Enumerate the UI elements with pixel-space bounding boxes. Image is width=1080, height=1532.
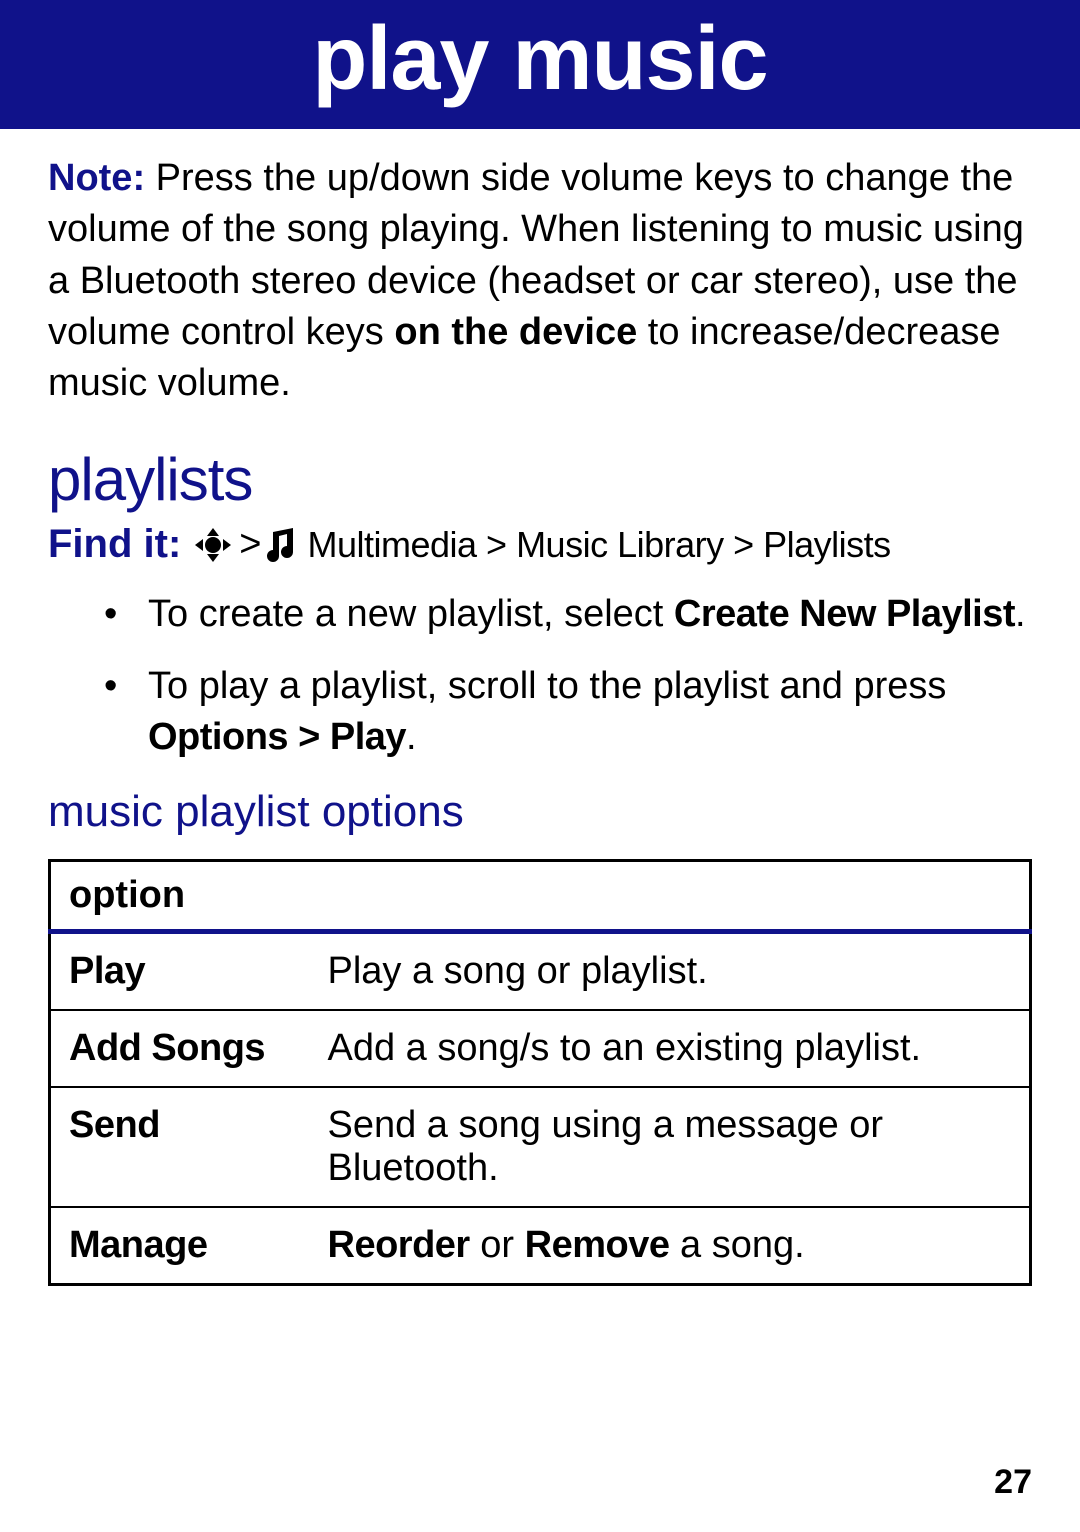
playlist-bullets: To create a new playlist, select Create … — [104, 589, 1032, 763]
note-label: Note: — [48, 157, 145, 199]
option-desc: Add a song/s to an existing playlist. — [310, 1010, 1031, 1087]
note-paragraph: Note: Press the up/down side volume keys… — [48, 153, 1032, 409]
table-row: Send Send a song using a message or Blue… — [50, 1087, 1031, 1207]
nav-key-icon — [193, 527, 233, 563]
bullet-post: . — [406, 716, 417, 758]
find-it-line: Find it: > Multimedia > Music Library > … — [48, 522, 1032, 567]
option-name: Play — [50, 932, 310, 1011]
multimedia-icon — [267, 526, 301, 564]
section-heading-playlists: playlists — [48, 445, 1032, 514]
bullet-bold: Options > Play — [148, 716, 406, 758]
option-desc: Send a song using a message or Bluetooth… — [310, 1087, 1031, 1207]
find-it-label: Find it: — [48, 522, 181, 567]
option-desc: Play a song or playlist. — [310, 932, 1031, 1011]
table-row: Play Play a song or playlist. — [50, 932, 1031, 1011]
option-name: Send — [50, 1087, 310, 1207]
table-row: Add Songs Add a song/s to an existing pl… — [50, 1010, 1031, 1087]
note-bold: on the device — [394, 311, 637, 353]
gt-1: > — [239, 523, 261, 566]
option-name: Add Songs — [50, 1010, 310, 1087]
find-it-path: Multimedia > Music Library > Playlists — [307, 524, 890, 566]
table-row: Manage Reorder or Remove a song. — [50, 1207, 1031, 1285]
page-title: play music — [312, 9, 767, 109]
bullet-item: To play a playlist, scroll to the playli… — [104, 661, 1032, 764]
option-name: Manage — [50, 1207, 310, 1285]
options-table: option Play Play a song or playlist. Add… — [48, 859, 1032, 1286]
bullet-bold: Create New Playlist — [674, 593, 1015, 635]
bullet-post: . — [1015, 593, 1026, 635]
bullet-pre: To play a playlist, scroll to the playli… — [148, 665, 946, 707]
option-desc: Reorder or Remove a song. — [310, 1207, 1031, 1285]
subheading-music-playlist-options: music playlist options — [48, 787, 1032, 837]
table-header-option: option — [50, 861, 1031, 932]
page-header: play music — [0, 0, 1080, 129]
page-number: 27 — [994, 1463, 1032, 1502]
bullet-item: To create a new playlist, select Create … — [104, 589, 1032, 640]
page-content: Note: Press the up/down side volume keys… — [0, 129, 1080, 1286]
bullet-pre: To create a new playlist, select — [148, 593, 674, 635]
